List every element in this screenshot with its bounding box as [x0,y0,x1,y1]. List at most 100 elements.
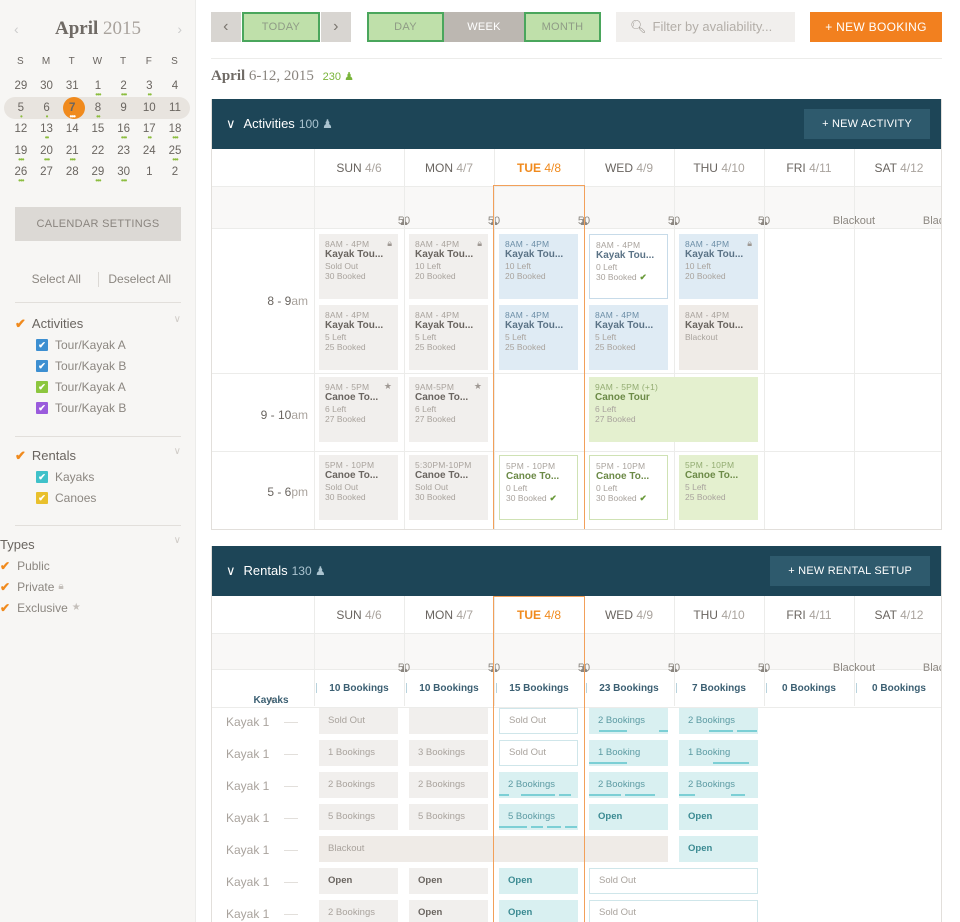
day-column-header[interactable]: SAT 4/12 [854,161,941,175]
filter-item[interactable]: ✔ Tour/Kayak B [15,397,181,418]
calendar-day[interactable]: 15 [85,121,111,143]
day-column-header[interactable]: WED 4/9 [584,608,674,622]
calendar-day[interactable]: 4 [162,78,188,100]
activity-card[interactable]: 9AM - 5PM Canoe To... 6 Left 27 Booked ★ [319,377,398,442]
rental-cell[interactable]: 2 Bookings [409,772,488,798]
calendar-day[interactable]: 22 [85,143,111,165]
chevron-down-icon[interactable]: ∨ [226,563,236,578]
new-rental-setup-button[interactable]: + NEW RENTAL SETUP [770,556,930,586]
calendar-day[interactable]: 19 ••• [8,143,34,165]
calendar-day[interactable]: 28 [59,164,85,186]
activity-card[interactable]: 8AM - 4PM Kayak Tou... Blackout [679,305,758,370]
calendar-day[interactable]: 27 [34,164,60,186]
calendar-day[interactable]: 30 [34,78,60,100]
filter-item[interactable]: ✔ Public [0,555,181,576]
booking-summary-cell[interactable]: 0 Bookings [764,683,854,694]
day-column-header[interactable]: MON 4/7 [404,161,494,175]
day-column-header[interactable]: SUN 4/6 [314,161,404,175]
calendar-day[interactable]: 29 ••• [85,164,111,186]
rental-cell[interactable]: 2 Bookings [319,772,398,798]
calendar-day[interactable]: 1 [136,164,162,186]
filter-item[interactable]: ✔ Private 🔒︎ [0,576,181,597]
rental-cell[interactable]: Blackout [319,836,668,862]
activity-card[interactable]: 8AM - 4PM Kayak Tou... 10 Left 20 Booked 🔒︎ [679,234,758,299]
activity-card[interactable]: 5PM - 10PM Canoe To... 5 Left 25 Booked [679,455,758,520]
activity-card[interactable]: 8AM - 4PM Kayak Tou... 10 Left 20 Booked 🔒︎ [409,234,488,299]
activity-card[interactable]: 8AM - 4PM Kayak Tou... 5 Left 25 Booked [589,305,668,370]
calendar-day[interactable]: 17 •• [136,121,162,143]
rental-cell[interactable]: Sold Out [589,868,758,894]
calendar-day[interactable]: 25 ••• [162,143,188,165]
filter-group-header[interactable]: ✔ Rentals ∨ [15,446,181,466]
next-month-icon[interactable]: › [177,21,182,37]
calendar-day[interactable]: 30 ••• [111,164,137,186]
calendar-day[interactable]: 23 [111,143,137,165]
rental-cell[interactable]: 2 Bookings [589,772,668,798]
rental-cell[interactable]: 2 Bookings [589,708,668,734]
calendar-day[interactable]: 5 • [8,100,34,122]
filter-item[interactable]: ✔ Tour/Kayak A [15,334,181,355]
rental-cell[interactable]: Open [499,900,578,922]
activity-card[interactable]: 5:30PM-10PM Canoe To... Sold Out 30 Booked [409,455,488,520]
next-week-button[interactable]: › [321,12,351,42]
activity-card[interactable]: 5PM - 10PM Canoe To... Sold Out 30 Booked [319,455,398,520]
rental-cell[interactable]: 5 Bookings [499,804,578,830]
calendar-day[interactable]: 31 [59,78,85,100]
day-view-tab[interactable]: DAY [367,12,444,42]
filter-group-header[interactable]: ✔ Activities ∨ [15,314,181,334]
rental-cell[interactable]: 2 Bookings [319,900,398,922]
booking-summary-cell[interactable]: 10 Bookings [314,683,404,694]
day-column-header[interactable]: MON 4/7 [404,608,494,622]
activity-card[interactable]: 8AM - 4PM Kayak Tou... 0 Left 30 Booked ✔ [589,234,668,299]
calendar-day[interactable]: 26 ••• [8,164,34,186]
calendar-day[interactable]: 12 [8,121,34,143]
day-column-header[interactable]: SUN 4/6 [314,608,404,622]
day-column-header[interactable]: FRI 4/11 [764,608,854,622]
checkbox-icon[interactable]: ✔ [36,491,48,504]
checkmark-icon[interactable]: ✔ [0,601,10,615]
rental-cell[interactable]: Open [409,900,488,922]
calendar-day[interactable]: 8 •• [85,100,111,122]
checkbox-icon[interactable]: ✔ [36,470,48,483]
rental-cell[interactable]: Open [409,868,488,894]
select-all-link[interactable]: Select All [15,272,98,287]
chevron-down-icon[interactable]: ∨ [226,116,236,131]
rental-cell[interactable]: 2 Bookings [679,708,758,734]
calendar-day[interactable]: 13 •• [34,121,60,143]
month-view-tab[interactable]: MONTH [524,12,601,42]
booking-summary-cell[interactable]: 0 Bookings [854,683,941,694]
day-column-header[interactable]: WED 4/9 [584,161,674,175]
checkmark-icon[interactable]: ✔ [0,580,10,594]
calendar-day[interactable]: 21 ••• [59,143,85,165]
chevron-down-icon[interactable]: ∨ [174,535,181,546]
day-column-header[interactable]: THU 4/10 [674,608,764,622]
calendar-day[interactable]: 29 [8,78,34,100]
calendar-day[interactable]: 2 [162,164,188,186]
rental-cell[interactable] [409,708,488,734]
rental-cell[interactable]: 5 Bookings [319,804,398,830]
day-column-header[interactable]: THU 4/10 [674,161,764,175]
checkmark-icon[interactable]: ✔ [0,559,10,573]
booking-summary-cell[interactable]: 10 Bookings [404,683,494,694]
calendar-day[interactable]: 2 ••• [111,78,137,100]
day-column-header[interactable]: SAT 4/12 [854,608,941,622]
day-column-header[interactable]: FRI 4/11 [764,161,854,175]
calendar-day[interactable]: 24 [136,143,162,165]
rental-cell[interactable]: Sold Out [499,708,578,734]
booking-summary-cell[interactable]: 7 Bookings [674,683,764,694]
new-booking-button[interactable]: + NEW BOOKING [810,12,942,42]
deselect-all-link[interactable]: Deselect All [99,272,182,287]
activity-card[interactable]: 8AM - 4PM Kayak Tou... 5 Left 25 Booked [409,305,488,370]
checkbox-icon[interactable]: ✔ [36,401,48,414]
calendar-day[interactable]: 18 ••• [162,121,188,143]
rental-cell[interactable]: Open [589,804,668,830]
week-view-tab[interactable]: WEEK [444,12,524,42]
calendar-day[interactable]: 16 ••• [111,121,137,143]
activity-card[interactable]: 8AM - 4PM Kayak Tou... Sold Out 30 Booked 🔒︎ [319,234,398,299]
activity-card[interactable]: 8AM - 4PM Kayak Tou... 10 Left 20 Booked [499,234,578,299]
activity-card[interactable]: 9AM - 5PM (+1) Canoe Tour 6 Left 27 Booked [589,377,758,442]
checkbox-icon[interactable]: ✔ [36,380,48,393]
rental-cell[interactable]: Sold Out [499,740,578,766]
activity-card[interactable]: 5PM - 10PM Canoe To... 0 Left 30 Booked ✔ [589,455,668,520]
rental-cell[interactable]: Open [679,836,758,862]
